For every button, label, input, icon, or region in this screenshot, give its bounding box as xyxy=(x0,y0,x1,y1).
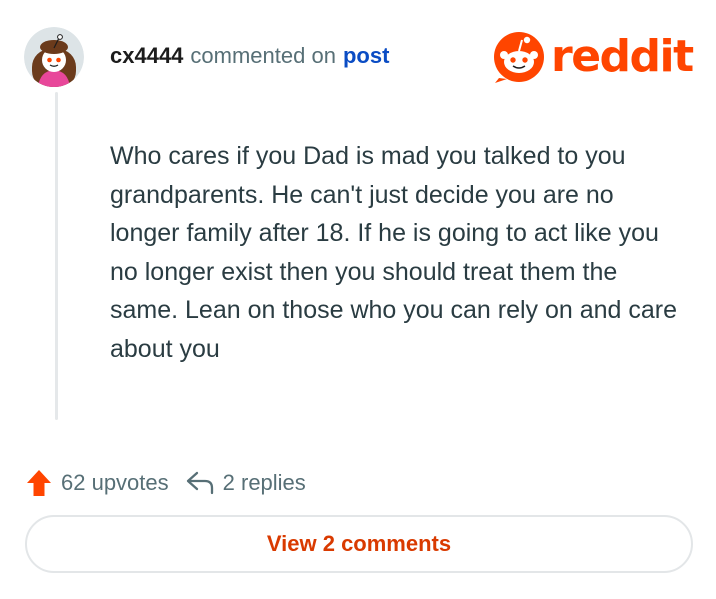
view-comments-button[interactable]: View 2 comments xyxy=(25,515,693,573)
reddit-wordmark: reddit xyxy=(551,31,694,82)
commented-on-text: commented on xyxy=(190,43,336,68)
reply-arrow-icon[interactable] xyxy=(185,470,215,496)
user-avatar[interactable] xyxy=(24,27,84,87)
reddit-snoo-icon xyxy=(494,32,544,83)
thread-line xyxy=(55,92,58,420)
reply-count[interactable]: 2 replies xyxy=(223,470,306,496)
post-link[interactable]: post xyxy=(343,43,389,69)
reddit-logo: reddit xyxy=(493,30,694,84)
snoo-avatar-icon xyxy=(24,27,84,87)
upvote-arrow-icon[interactable] xyxy=(26,468,52,498)
upvote-count: 62 upvotes xyxy=(61,470,169,495)
comment-header: cx4444 commented on post xyxy=(110,41,389,71)
comment-body: Who cares if you Dad is mad you talked t… xyxy=(110,142,678,363)
username-link[interactable]: cx4444 xyxy=(110,43,183,69)
comment-actions: 62 upvotes 2 replies xyxy=(26,466,306,500)
view-comments-label: View 2 comments xyxy=(266,531,452,556)
